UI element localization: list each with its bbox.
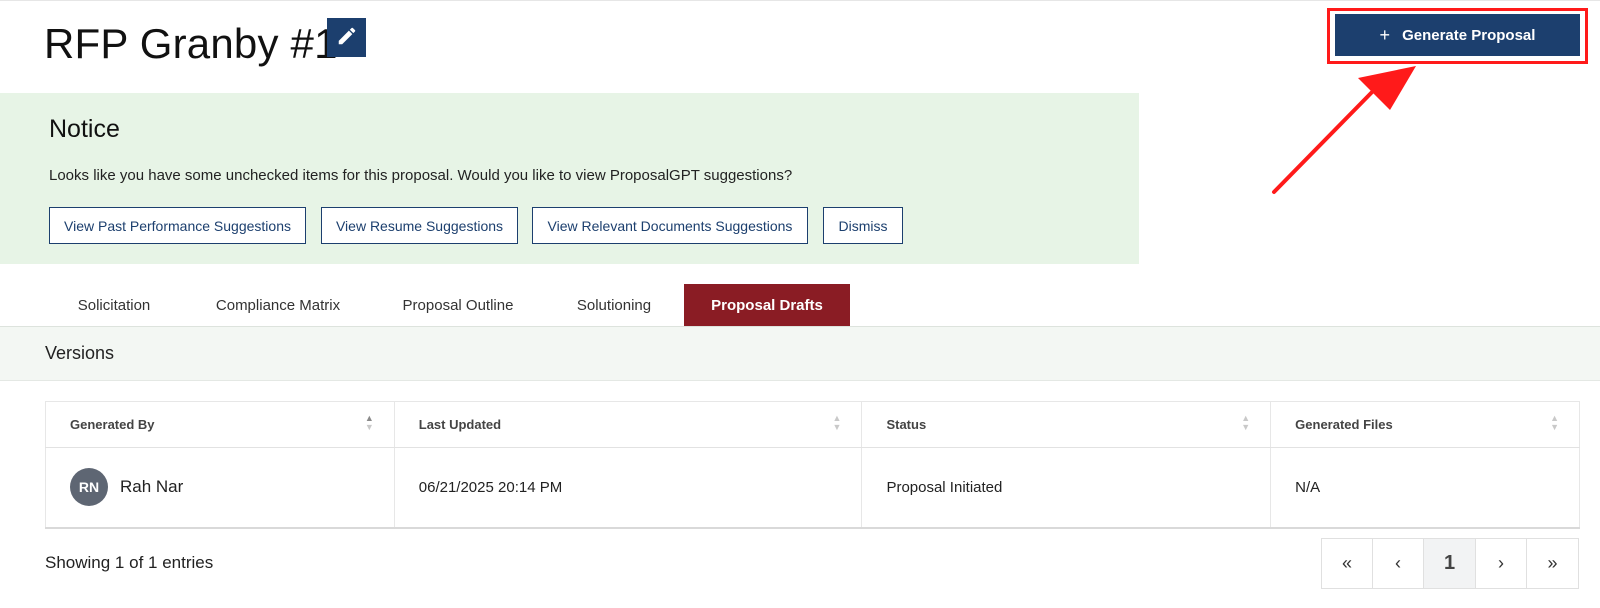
tab-solicitation[interactable]: Solicitation <box>46 284 182 326</box>
tab-compliance-matrix[interactable]: Compliance Matrix <box>190 284 366 326</box>
edit-title-button[interactable] <box>327 18 366 57</box>
view-resume-button[interactable]: View Resume Suggestions <box>321 207 518 244</box>
cell-status: Proposal Initiated <box>861 447 1272 529</box>
column-label: Generated Files <box>1295 417 1393 432</box>
pagination: « ‹ 1 › » <box>1321 538 1579 589</box>
avatar: RN <box>70 468 108 507</box>
first-page-button[interactable]: « <box>1322 539 1373 588</box>
tab-solutioning[interactable]: Solutioning <box>548 284 680 326</box>
sort-icon[interactable]: ▲ ▼ <box>833 414 842 432</box>
red-arrow-annotation <box>1272 66 1416 194</box>
tab-proposal-outline[interactable]: Proposal Outline <box>378 284 538 326</box>
column-generated-files[interactable]: Generated Files ▲ ▼ <box>1270 401 1580 448</box>
last-page-button[interactable]: » <box>1527 539 1578 588</box>
versions-table: Generated By ▲ ▼ Last Updated ▲ ▼ Status ▲… <box>45 401 1580 529</box>
plus-icon: + <box>1379 24 1391 45</box>
versions-title: Versions <box>45 343 115 363</box>
versions-header: Versions <box>0 327 1600 381</box>
page-title: RFP Granby #1 <box>44 20 338 67</box>
page-1-button[interactable]: 1 <box>1424 539 1476 588</box>
generate-proposal-label: Generate Proposal <box>1402 26 1536 44</box>
cell-generated-by: RN Rah Nar <box>45 447 395 529</box>
notice-panel: Notice Looks like you have some unchecke… <box>0 93 1139 264</box>
next-page-button[interactable]: › <box>1476 539 1527 588</box>
table-row[interactable]: RN Rah Nar 06/21/2025 20:14 PM Proposal I… <box>45 447 1580 529</box>
pencil-icon <box>336 25 358 50</box>
column-label: Generated By <box>70 417 155 432</box>
user-name: Rah Nar <box>120 477 184 497</box>
sort-icon[interactable]: ▲ ▼ <box>1241 414 1250 432</box>
notice-title: Notice <box>49 115 120 143</box>
notice-message: Looks like you have some unchecked items… <box>49 167 793 184</box>
generate-proposal-button[interactable]: + Generate Proposal <box>1335 14 1580 56</box>
column-last-updated[interactable]: Last Updated ▲ ▼ <box>394 401 863 448</box>
cell-generated-files: N/A <box>1270 447 1580 529</box>
entries-summary: Showing 1 of 1 entries <box>45 553 214 572</box>
top-divider <box>0 0 1600 1</box>
tab-proposal-drafts[interactable]: Proposal Drafts <box>684 284 850 326</box>
table-header-row: Generated By ▲ ▼ Last Updated ▲ ▼ Status ▲… <box>45 401 1580 448</box>
column-generated-by[interactable]: Generated By ▲ ▼ <box>45 401 395 448</box>
column-label: Last Updated <box>418 417 502 432</box>
view-past-performance-button[interactable]: View Past Performance Suggestions <box>49 207 306 244</box>
previous-page-button[interactable]: ‹ <box>1373 539 1424 588</box>
sort-icon[interactable]: ▲ ▼ <box>365 414 374 432</box>
cell-last-updated: 06/21/2025 20:14 PM <box>394 447 863 529</box>
column-label: Status <box>886 417 927 432</box>
sort-icon[interactable]: ▲ ▼ <box>1550 414 1559 432</box>
dismiss-button[interactable]: Dismiss <box>823 207 903 244</box>
view-relevant-documents-button[interactable]: View Relevant Documents Suggestions <box>532 207 808 244</box>
column-status[interactable]: Status ▲ ▼ <box>861 401 1272 448</box>
